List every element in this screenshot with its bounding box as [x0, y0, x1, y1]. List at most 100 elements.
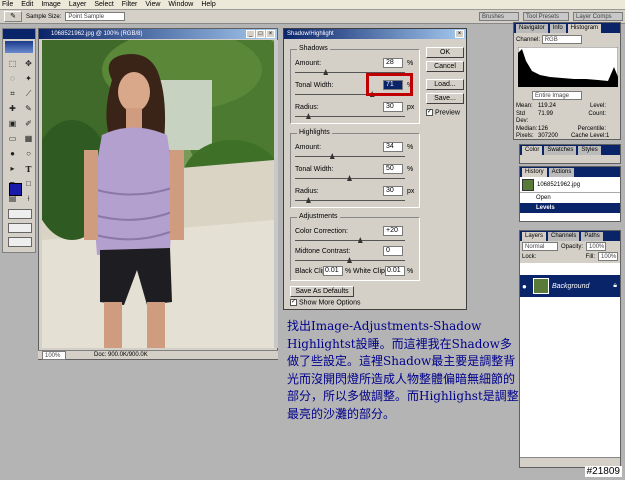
layer-row-background[interactable]: ● Background 🔒︎: [520, 275, 620, 297]
photo-canvas: [42, 40, 274, 348]
preview-checkbox-row[interactable]: ✓ Preview: [426, 109, 460, 116]
path-select-icon[interactable]: ▸: [5, 162, 20, 176]
menu-help[interactable]: Help: [201, 1, 215, 8]
tab-styles[interactable]: Styles: [578, 146, 601, 155]
tab-layer-comps[interactable]: Layer Comps: [573, 12, 623, 21]
toolbox: ⬚✥ ◌✦ ⌗⟋ ✚✎ ▣✐ ▭▦ ●○ ▸T ✒□ ▤⟊ ✋⚲: [2, 28, 36, 253]
move-icon[interactable]: ✥: [21, 57, 36, 71]
brush-icon[interactable]: ✎: [21, 102, 36, 116]
menu-window[interactable]: Window: [168, 1, 193, 8]
black-clip-input[interactable]: 0.01: [323, 266, 343, 276]
history-item-open[interactable]: Open: [520, 193, 620, 203]
highlights-radius-label: Radius:: [295, 188, 319, 195]
dodge-icon[interactable]: ○: [21, 147, 36, 161]
menu-image[interactable]: Image: [41, 1, 60, 8]
stat-row: Median: 126 Percentile:: [516, 126, 620, 134]
snapshot-thumbnail-icon: [522, 178, 534, 191]
menu-file[interactable]: File: [2, 1, 13, 8]
history-snapshot[interactable]: 1068521962.jpg: [520, 177, 620, 193]
history-item-levels[interactable]: Levels: [520, 203, 620, 213]
slice-icon[interactable]: ⟋: [21, 87, 36, 101]
stat-value: [606, 103, 618, 111]
opacity-input[interactable]: 100%: [586, 242, 607, 251]
stamp-icon[interactable]: ▣: [5, 117, 20, 131]
cancel-button[interactable]: Cancel: [426, 61, 464, 72]
healing-icon[interactable]: ✚: [5, 102, 20, 116]
magic-wand-icon[interactable]: ✦: [21, 72, 36, 86]
eyedropper-tool-icon[interactable]: ⟊: [21, 192, 36, 206]
menu-layer[interactable]: Layer: [69, 1, 87, 8]
color-correction-input[interactable]: +20: [383, 226, 403, 236]
foreground-color-swatch[interactable]: [9, 183, 22, 196]
channel-select[interactable]: RGB: [541, 35, 582, 44]
close-button[interactable]: ×: [266, 30, 275, 38]
shadows-amount-input[interactable]: 28: [383, 58, 403, 68]
gradient-icon[interactable]: ▦: [21, 132, 36, 146]
marquee-icon[interactable]: ⬚: [5, 57, 20, 71]
tab-layers[interactable]: Layers: [522, 232, 547, 241]
highlights-tonal-input[interactable]: 50: [383, 164, 403, 174]
dialog-close-button[interactable]: ×: [455, 30, 464, 38]
white-clip-input[interactable]: 0.01: [385, 266, 405, 276]
minimize-button[interactable]: _: [246, 30, 255, 38]
menu-filter[interactable]: Filter: [122, 1, 138, 8]
eye-icon[interactable]: ●: [522, 282, 530, 291]
source-select[interactable]: Entire Image: [532, 91, 582, 100]
jump-to-imageready-icon[interactable]: [8, 237, 32, 247]
stat-label: Cache Level:: [570, 133, 606, 139]
color-correction-track[interactable]: [295, 240, 405, 241]
stat-row: Mean: 119.24 Level:: [516, 103, 620, 111]
show-more-options-row[interactable]: ✓ Show More Options: [290, 299, 360, 306]
tab-paths[interactable]: Paths: [581, 232, 603, 241]
save-as-defaults-button[interactable]: Save As Defaults: [290, 286, 354, 297]
highlights-radius-track[interactable]: [295, 200, 405, 201]
tab-color[interactable]: Color: [522, 146, 543, 155]
menu-edit[interactable]: Edit: [21, 1, 33, 8]
shadows-radius-input[interactable]: 30: [383, 102, 403, 112]
tab-brushes[interactable]: Brushes: [479, 12, 519, 21]
zoom-level[interactable]: 100%: [42, 350, 66, 360]
show-more-options-checkbox[interactable]: ✓: [290, 299, 297, 306]
sample-size-select[interactable]: Point Sample: [65, 12, 126, 21]
shadows-radius-track[interactable]: [295, 116, 405, 117]
quick-mask-icon[interactable]: [8, 209, 32, 219]
show-more-options-label: Show More Options: [299, 299, 361, 307]
stat-label: Median:: [516, 125, 538, 132]
tab-info[interactable]: Info: [549, 24, 566, 33]
sample-size-label: Sample Size:: [26, 13, 62, 20]
channel-label: Channel:: [516, 37, 541, 43]
lasso-icon[interactable]: ◌: [5, 72, 20, 86]
screen-mode-icon[interactable]: [8, 223, 32, 233]
highlights-amount-input[interactable]: 34: [383, 142, 403, 152]
eraser-icon[interactable]: ▭: [5, 132, 20, 146]
blend-mode-select[interactable]: Normal: [522, 242, 558, 251]
history-brush-icon[interactable]: ✐: [21, 117, 36, 131]
tab-swatches[interactable]: Swatches: [544, 146, 577, 155]
image-scrollbar-vertical[interactable]: [274, 40, 278, 348]
menu-view[interactable]: View: [145, 1, 160, 8]
stat-value: 126: [538, 125, 549, 132]
tab-navigator[interactable]: Navigator: [516, 24, 548, 33]
blur-icon[interactable]: ●: [5, 147, 20, 161]
crop-icon[interactable]: ⌗: [5, 87, 20, 101]
tab-channels[interactable]: Channels: [548, 232, 580, 241]
maximize-button[interactable]: □: [256, 30, 265, 38]
fill-input[interactable]: 100%: [598, 252, 618, 261]
highlights-label: Highlights: [297, 129, 332, 136]
shape-icon[interactable]: □: [21, 177, 36, 191]
preview-checkbox[interactable]: ✓: [426, 109, 433, 116]
menu-select[interactable]: Select: [94, 1, 113, 8]
tab-history[interactable]: History: [522, 168, 547, 177]
highlights-amount-track[interactable]: [295, 156, 405, 157]
highlights-radius-input[interactable]: 30: [383, 186, 403, 196]
ok-button[interactable]: OK: [426, 47, 464, 58]
type-icon[interactable]: T: [21, 162, 36, 176]
eyedropper-icon[interactable]: ✎: [4, 11, 22, 22]
midtone-contrast-input[interactable]: 0: [383, 246, 403, 256]
save-button[interactable]: Save...: [426, 93, 464, 104]
load-button[interactable]: Load...: [426, 79, 464, 90]
shadows-tonal-label: Tonal Width:: [295, 82, 334, 89]
tab-histogram[interactable]: Histogram: [567, 24, 602, 33]
tab-tool-presets[interactable]: Tool Presets: [523, 12, 569, 21]
tab-actions[interactable]: Actions: [548, 168, 575, 177]
